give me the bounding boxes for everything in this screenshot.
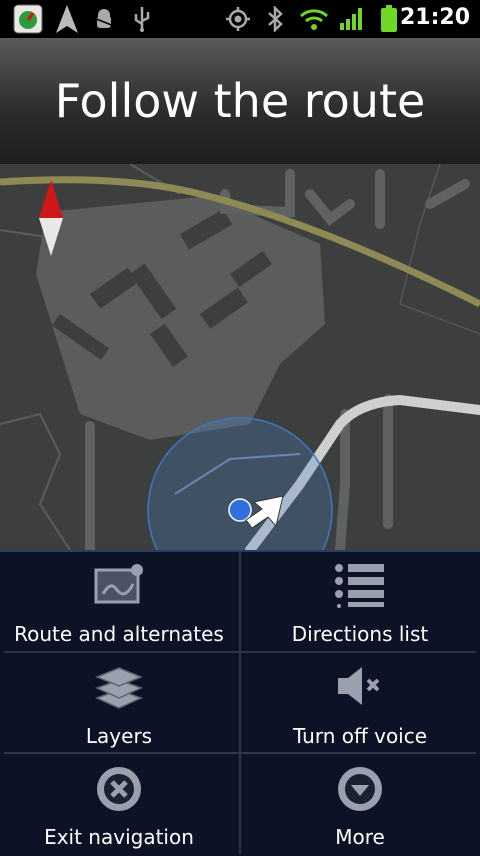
gps-icon	[224, 4, 252, 34]
wifi-icon	[298, 4, 330, 34]
menu-item-layers[interactable]: Layers	[0, 654, 238, 754]
menu-item-label: More	[335, 825, 385, 849]
signal-icon	[338, 4, 366, 34]
page-title: Follow the route	[54, 74, 426, 128]
location-accuracy-circle	[147, 417, 333, 550]
menu-item-label: Turn off voice	[292, 724, 428, 748]
route-map-icon	[0, 562, 238, 610]
app-notification-icon	[12, 4, 44, 34]
menu-item-route-and-alternates[interactable]: Route and alternates	[0, 552, 238, 652]
close-circle-icon	[0, 765, 238, 813]
menu-item-label: Exit navigation	[44, 825, 194, 849]
menu-item-directions-list[interactable]: Directions list	[241, 552, 479, 652]
menu-item-label: Directions list	[291, 622, 429, 646]
status-bar: 21:20	[0, 0, 480, 38]
compass-icon[interactable]	[38, 180, 64, 256]
android-debug-icon	[92, 4, 116, 34]
map-view[interactable]	[0, 164, 480, 550]
bluetooth-icon	[264, 4, 286, 34]
menu-item-turn-off-voice[interactable]: Turn off voice	[241, 654, 479, 754]
menu-item-label: Route and alternates	[14, 622, 224, 646]
header-bar: Follow the route	[0, 38, 480, 164]
chevron-down-circle-icon	[241, 765, 479, 813]
current-location-dot	[228, 498, 252, 522]
battery-icon	[378, 4, 400, 34]
speaker-mute-icon	[241, 664, 479, 712]
menu-item-exit-navigation[interactable]: Exit navigation	[0, 755, 238, 855]
list-icon	[241, 562, 479, 610]
usb-icon	[130, 4, 154, 34]
menu-item-label: Layers	[85, 724, 153, 748]
layers-icon	[0, 664, 238, 712]
clock: 21:20	[399, 5, 470, 30]
navigation-arrow-icon	[54, 4, 80, 34]
menu-item-more[interactable]: More	[241, 755, 479, 855]
